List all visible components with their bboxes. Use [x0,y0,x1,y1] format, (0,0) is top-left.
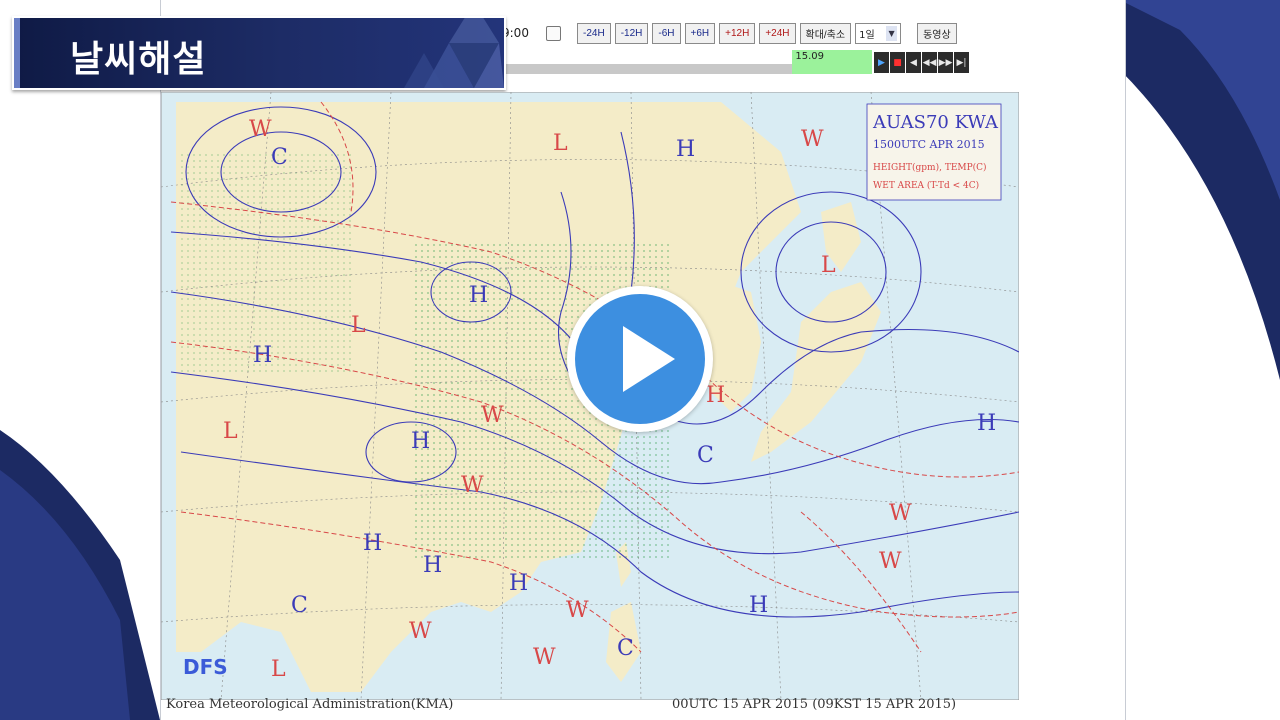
svg-text:W: W [461,473,484,498]
svg-text:W: W [566,598,589,623]
svg-text:L: L [223,419,238,444]
svg-text:H: H [749,593,768,618]
auto-checkbox[interactable] [546,25,561,41]
next-icon[interactable]: ▶▶ [938,52,953,73]
wet-area-shading-2 [181,152,351,372]
svg-text:W: W [481,403,504,428]
svg-text:C: C [617,636,634,661]
slide-title-banner: 날씨해설 [12,16,506,90]
svg-text:L: L [553,131,568,156]
step-minus-12h-button[interactable]: -12H [614,22,649,44]
map-header-time: 1500UTC APR 2015 [873,138,985,151]
step-minus-6h-button[interactable]: -6H [652,22,681,44]
title-accent-bar [14,18,20,88]
svg-text:H: H [509,571,528,596]
animate-button[interactable]: 동영상 [917,22,957,44]
play-icon[interactable]: ▶ [874,52,889,73]
svg-text:H: H [363,531,382,556]
svg-text:H: H [423,553,442,578]
first-icon[interactable]: ◀ [906,52,921,73]
svg-text:C: C [271,145,288,170]
last-icon[interactable]: ▶| [954,52,969,73]
svg-text:C: C [697,443,714,468]
svg-text:H: H [411,429,430,454]
prev-icon[interactable]: ◀◀ [922,52,937,73]
svg-text:W: W [533,645,556,670]
video-play-button[interactable] [567,286,713,432]
period-select-value: 1일 [859,29,875,41]
time-display: 9:00 [502,26,529,40]
svg-text:H: H [977,411,996,436]
svg-text:W: W [879,549,902,574]
time-progress-bar[interactable]: 15.09 [505,50,872,74]
map-header-fields: HEIGHT(gpm), TEMP(C) [873,162,987,173]
svg-text:W: W [801,127,824,152]
period-select[interactable]: 1일 ▼ [855,22,902,44]
svg-text:H: H [469,283,488,308]
svg-text:L: L [351,313,366,338]
slide-title: 날씨해설 [70,39,207,80]
map-footer-time: 00UTC 15 APR 2015 (09KST 15 APR 2015) [672,697,957,712]
play-icon [623,326,675,392]
step-minus-24h-button[interactable]: -24H [577,22,611,44]
step-plus-6h-button[interactable]: +6H [684,22,716,44]
step-plus-12h-button[interactable]: +12H [719,22,756,44]
svg-text:L: L [821,253,836,278]
svg-text:C: C [291,593,308,618]
triangle-pattern-icon [404,18,504,88]
progress-value: 15.09 [795,51,824,62]
step-plus-24h-button[interactable]: +24H [759,22,796,44]
svg-text:H: H [253,343,272,368]
chevron-down-icon: ▼ [886,25,898,41]
svg-text:W: W [889,501,912,526]
zoom-button[interactable]: 확대/축소 [799,22,852,44]
stop-icon[interactable]: ■ [890,52,905,73]
svg-text:H: H [676,137,695,162]
time-toolbar: 9:00 -24H -12H -6H +6H +12H +24H 확대/축소 1… [502,20,957,46]
svg-text:W: W [409,619,432,644]
svg-text:W: W [249,117,272,142]
map-header-wet: WET AREA (T-Td < 4C) [873,180,979,191]
map-header-product: AUAS70 KWA [872,112,999,133]
map-brand: DFS [183,655,228,679]
playback-controls: ▶ ■ ◀ ◀◀ ▶▶ ▶| [874,52,969,73]
svg-text:L: L [271,657,286,682]
map-footer-agency: Korea Meteorological Administration(KMA) [166,697,454,712]
